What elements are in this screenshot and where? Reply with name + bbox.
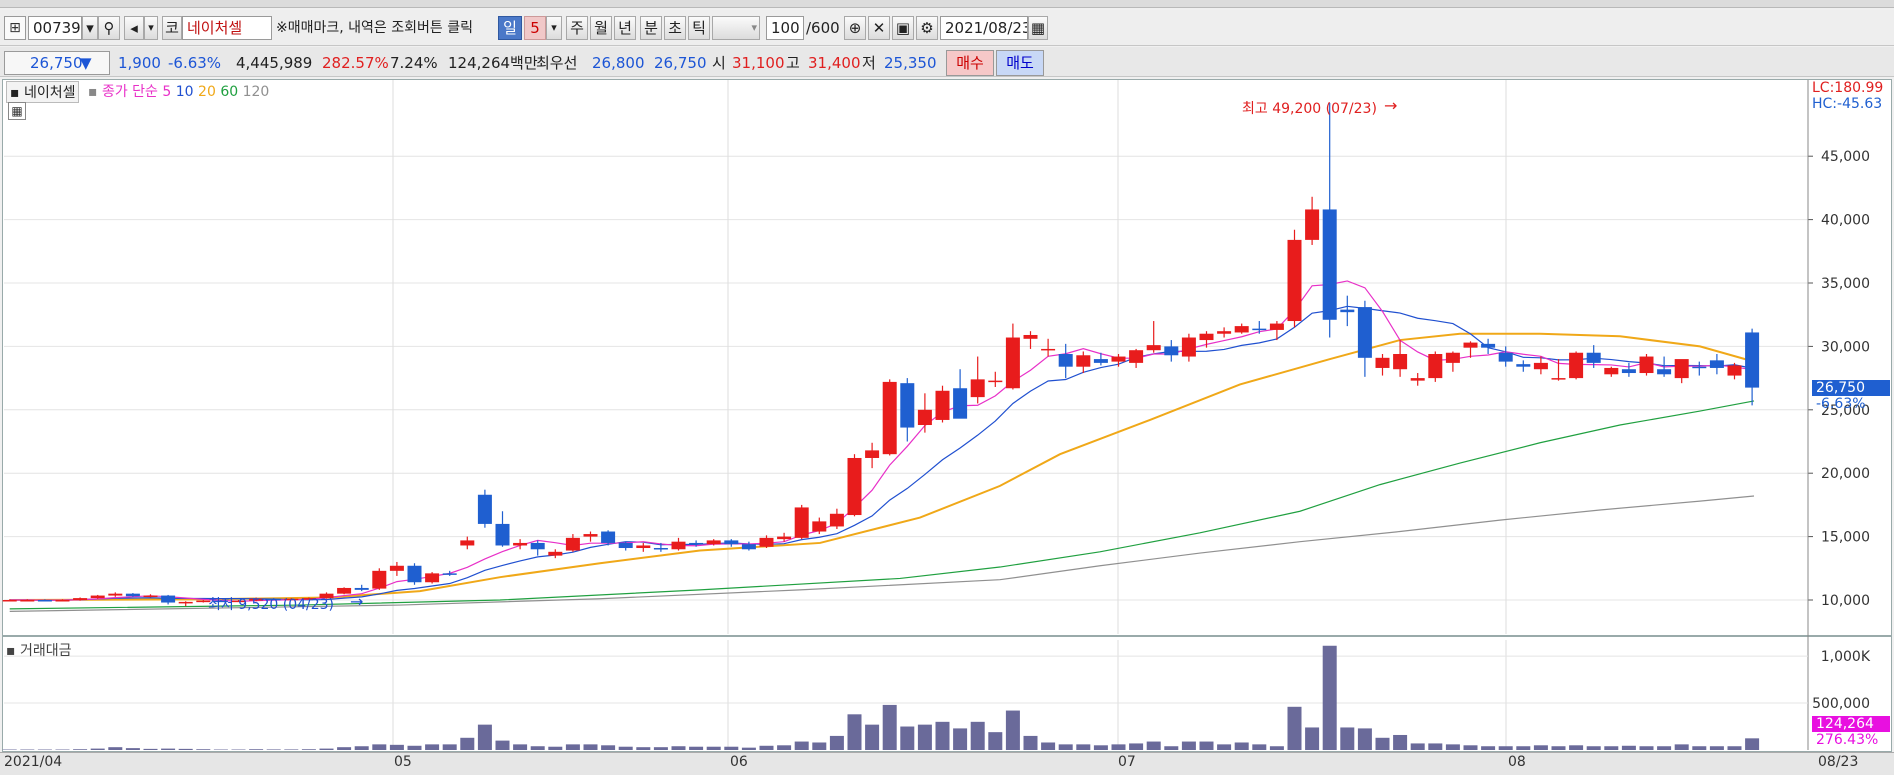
- code-dropdown-button[interactable]: ▾: [82, 16, 98, 40]
- count-max-label: /600: [806, 17, 840, 39]
- sound-dropdown-button[interactable]: ▾: [144, 16, 158, 40]
- turnover-rate: 7.24%: [390, 52, 438, 74]
- volume-ratio: 282.57%: [322, 52, 389, 74]
- price-change-pct: -6.63%: [168, 52, 221, 74]
- best-ask: 26,800: [592, 52, 645, 74]
- best-quote-label: 최우선: [536, 52, 577, 74]
- ma-label: 종가 단순: [102, 84, 158, 100]
- legend-stock-name: 네이처셀: [24, 85, 76, 101]
- period-month-button[interactable]: 월: [590, 16, 612, 40]
- price-change: 1,900: [118, 52, 161, 74]
- crosshair-icon[interactable]: ✕: [868, 16, 890, 40]
- date-label-1: 2021/04: [4, 754, 62, 770]
- date-label-6: 08/23: [1818, 754, 1858, 770]
- best-bid: 26,750: [654, 52, 707, 74]
- sound-icon[interactable]: ◂: [124, 16, 144, 40]
- open-label: 시: [712, 52, 726, 74]
- period-minute-button[interactable]: 분: [640, 16, 662, 40]
- high-label: 고: [786, 52, 800, 74]
- calendar-icon[interactable]: ▦: [1028, 16, 1048, 40]
- low-label: 저: [862, 52, 876, 74]
- date-label-4: 07: [1118, 754, 1136, 770]
- date-label-3: 06: [730, 754, 748, 770]
- period-day-button[interactable]: 일: [498, 16, 522, 40]
- price-panel: [2, 79, 1892, 636]
- legend-box: ▪ 네이처셀: [6, 81, 79, 103]
- multiplier-dropdown[interactable]: ▾: [546, 16, 562, 40]
- volume-value: 4,445,989: [236, 52, 312, 74]
- date-label-5: 08: [1508, 754, 1526, 770]
- period-week-button[interactable]: 주: [566, 16, 588, 40]
- date-axis: [0, 752, 1894, 775]
- period-year-button[interactable]: 년: [614, 16, 636, 40]
- stock-name-field[interactable]: 네이처셀: [182, 16, 272, 40]
- save-icon[interactable]: ▣: [892, 16, 914, 40]
- period-second-button[interactable]: 초: [664, 16, 686, 40]
- high-price: 31,400: [808, 52, 861, 74]
- low-arrow-icon: →: [350, 592, 363, 611]
- lc-label: LC:180.99: [1812, 80, 1883, 96]
- ma10-label: 10: [176, 84, 194, 100]
- period-tick-button[interactable]: 틱: [688, 16, 710, 40]
- market-badge: 코: [162, 16, 182, 40]
- current-price: 26,750: [30, 52, 83, 74]
- ma20-label: 20: [198, 84, 216, 100]
- interval-select[interactable]: ▾: [712, 16, 760, 40]
- ma60-label: 60: [220, 84, 238, 100]
- ma5-label: 5: [162, 84, 171, 100]
- down-arrow-icon: ▼: [80, 52, 92, 74]
- low-annotation: 최저 9,520 (04/23): [208, 594, 334, 614]
- volume-title: ▪ 거래대금: [6, 640, 71, 660]
- open-price: 31,100: [732, 52, 785, 74]
- high-annotation: 최고 49,200 (07/23): [1242, 98, 1377, 118]
- vol-pct-tag: 276.43%: [1816, 732, 1878, 748]
- volume-title-text: 거래대금: [20, 643, 72, 659]
- date-label-2: 05: [394, 754, 412, 770]
- ma120-label: 120: [243, 84, 270, 100]
- sell-button[interactable]: 매도: [996, 50, 1044, 76]
- grid-icon[interactable]: ▦: [8, 102, 26, 120]
- price-tag: 26,750: [1812, 380, 1890, 396]
- count-input[interactable]: 100: [766, 16, 804, 40]
- buy-button[interactable]: 매수: [946, 50, 994, 76]
- notice-text: ※매매마크, 내역은 조회버튼 클릭: [276, 17, 473, 39]
- ma-legend: ▪ 종가 단순 5 10 20 60 120: [88, 81, 269, 101]
- top-strip: [0, 0, 1894, 8]
- low-price: 25,350: [884, 52, 937, 74]
- chart-settings-icon[interactable]: ⊞: [4, 16, 26, 40]
- price-pct-tag: -6.63%: [1816, 396, 1866, 412]
- high-arrow-icon: →: [1384, 96, 1397, 115]
- volume-panel: [2, 636, 1892, 752]
- gear-icon[interactable]: ⚙: [916, 16, 938, 40]
- vol-tag: 124,264: [1812, 716, 1890, 732]
- stock-code-input[interactable]: 007390: [28, 16, 82, 40]
- date-input[interactable]: 2021/08/23: [940, 16, 1028, 40]
- search-icon[interactable]: ⚲: [98, 16, 120, 40]
- hc-label: HC:-45.63: [1812, 96, 1882, 112]
- zoom-icon[interactable]: ⊕: [844, 16, 866, 40]
- trade-amount: 124,264백만: [448, 52, 538, 74]
- period-multiplier[interactable]: 5: [524, 16, 546, 40]
